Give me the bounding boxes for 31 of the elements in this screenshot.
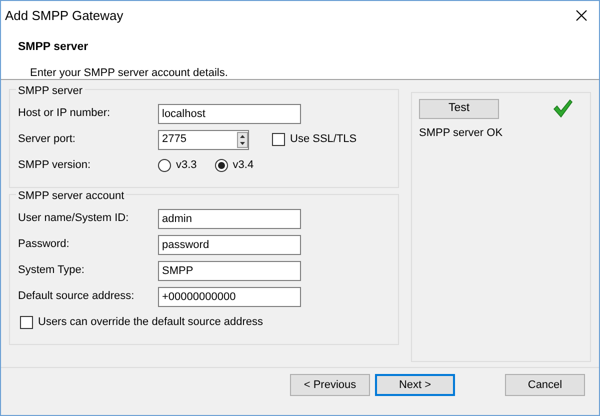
header-subtitle: Enter your SMPP server account details. [29, 66, 229, 82]
radio-button[interactable] [158, 159, 171, 172]
checkbox[interactable] [272, 133, 285, 146]
wizard-button[interactable]: < Previous [290, 374, 370, 396]
text-field[interactable]: +00000000000 [158, 286, 301, 306]
field-label: User name/System ID: [18, 211, 130, 226]
close-icon[interactable] [576, 10, 587, 21]
field-label: SMPP version: [18, 158, 92, 174]
window-title: Add SMPP Gateway [5, 6, 124, 25]
text-field[interactable]: admin [158, 208, 301, 228]
checkbox-label: Users can override the default source address [38, 315, 264, 330]
text-field[interactable]: localhost [158, 104, 301, 124]
radio-label: v3.3 [176, 158, 197, 174]
field-label: Default source address: [18, 289, 136, 304]
radio-label: v3.4 [232, 158, 254, 174]
text-field[interactable]: SMPP [158, 260, 301, 280]
field-label: Server port: [18, 132, 76, 148]
field-label: Password: [18, 237, 70, 252]
field-label: System Type: [18, 263, 86, 278]
port-spinner[interactable]: 2775 [158, 130, 249, 150]
radio-button[interactable] [214, 159, 228, 172]
checkbox[interactable] [20, 316, 33, 329]
field-label: Host or IP number: [18, 106, 112, 122]
wizard-button[interactable]: Cancel [505, 374, 585, 396]
header-title: SMPP server [18, 40, 90, 55]
spinner-arrows-icon [237, 132, 248, 148]
status-text: SMPP server OK [419, 126, 504, 141]
checkbox-label: Use SSL/TLS [290, 132, 357, 148]
text-field[interactable]: password [158, 234, 301, 254]
test-button[interactable]: Test [419, 99, 499, 119]
wizard-button[interactable]: Next > [375, 374, 455, 396]
